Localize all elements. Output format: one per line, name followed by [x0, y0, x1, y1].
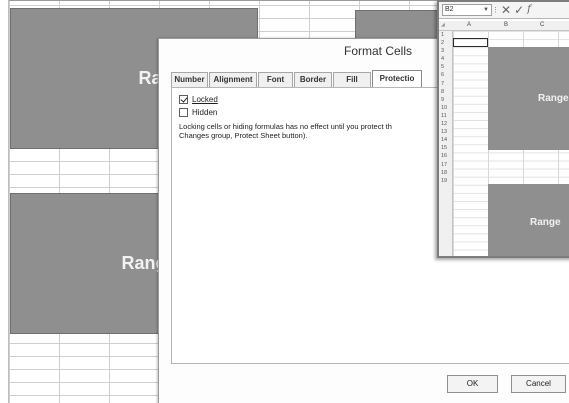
row-header[interactable]: 18 — [439, 169, 452, 177]
hidden-label: Hidden — [192, 108, 218, 117]
row-header[interactable]: 9 — [439, 96, 452, 104]
column-header-b[interactable]: B — [504, 22, 508, 28]
check-icon[interactable]: ✓ — [514, 4, 524, 16]
row-header[interactable]: 14 — [439, 136, 452, 144]
row-header[interactable]: 8 — [439, 88, 452, 96]
selected-cell[interactable] — [453, 38, 488, 47]
hidden-option[interactable]: Hidden — [179, 108, 217, 117]
row-header[interactable]: 5 — [439, 63, 452, 71]
select-all-corner[interactable]: ◢ — [441, 22, 445, 28]
row-header[interactable]: 3 — [439, 47, 452, 55]
row-header[interactable]: 17 — [439, 161, 452, 169]
name-box[interactable]: B2 ▼ — [442, 4, 492, 16]
locked-checkbox[interactable] — [179, 95, 188, 104]
chevron-down-icon[interactable]: ▼ — [483, 5, 489, 15]
mini-range-block-1-label: Range — [538, 93, 569, 104]
tab-font[interactable]: Font — [258, 72, 293, 87]
row-header[interactable]: 15 — [439, 144, 452, 152]
row-header[interactable]: 2 — [439, 39, 452, 47]
cancel-icon[interactable]: ✕ — [501, 4, 511, 16]
locked-label: Locked — [192, 95, 218, 104]
row-header[interactable]: 16 — [439, 152, 452, 160]
cancel-button[interactable]: Cancel — [511, 375, 566, 393]
column-header-c[interactable]: C — [540, 22, 544, 28]
mini-range-block-2-label: Range — [530, 216, 561, 228]
tab-number[interactable]: Number — [171, 72, 208, 87]
row-header[interactable]: 10 — [439, 104, 452, 112]
row-header[interactable]: 6 — [439, 71, 452, 79]
worksheet-left-edge — [0, 0, 9, 403]
row-header[interactable]: 13 — [439, 128, 452, 136]
formula-bar-separator: ⋮ — [492, 7, 499, 14]
row-header[interactable]: 19 — [439, 177, 452, 185]
formula-bar: B2 ▼ ⋮ ✕ ✓ f — [439, 2, 569, 19]
tab-fill[interactable]: Fill — [333, 72, 371, 87]
row-header[interactable]: 1 — [439, 31, 452, 39]
dialog-tabs: Number Alignment Font Border Fill Protec… — [171, 70, 423, 87]
function-icon[interactable]: f — [527, 4, 531, 16]
hidden-checkbox[interactable] — [179, 108, 188, 117]
mini-excel-window: B2 ▼ ⋮ ✕ ✓ f ◢ A B C 1 2 3 4 5 6 7 8 9 1… — [437, 0, 569, 258]
row-header[interactable]: 4 — [439, 55, 452, 63]
column-header-a[interactable]: A — [467, 22, 471, 28]
tab-border[interactable]: Border — [294, 72, 332, 87]
column-headers: ◢ A B C — [439, 21, 569, 31]
ok-button[interactable]: OK — [447, 375, 498, 393]
tab-protection[interactable]: Protectio — [372, 70, 422, 87]
name-box-value: B2 — [445, 6, 454, 13]
row-header[interactable]: 11 — [439, 112, 452, 120]
row-headers: 1 2 3 4 5 6 7 8 9 10 11 12 13 14 15 16 1… — [439, 31, 453, 256]
row-header[interactable]: 7 — [439, 80, 452, 88]
row-header[interactable]: 12 — [439, 120, 452, 128]
locked-option[interactable]: Locked — [179, 95, 218, 104]
mini-range-block-2[interactable]: Range — [488, 184, 569, 256]
mini-range-block-1[interactable]: Range — [488, 47, 569, 150]
tab-alignment[interactable]: Alignment — [209, 72, 257, 87]
